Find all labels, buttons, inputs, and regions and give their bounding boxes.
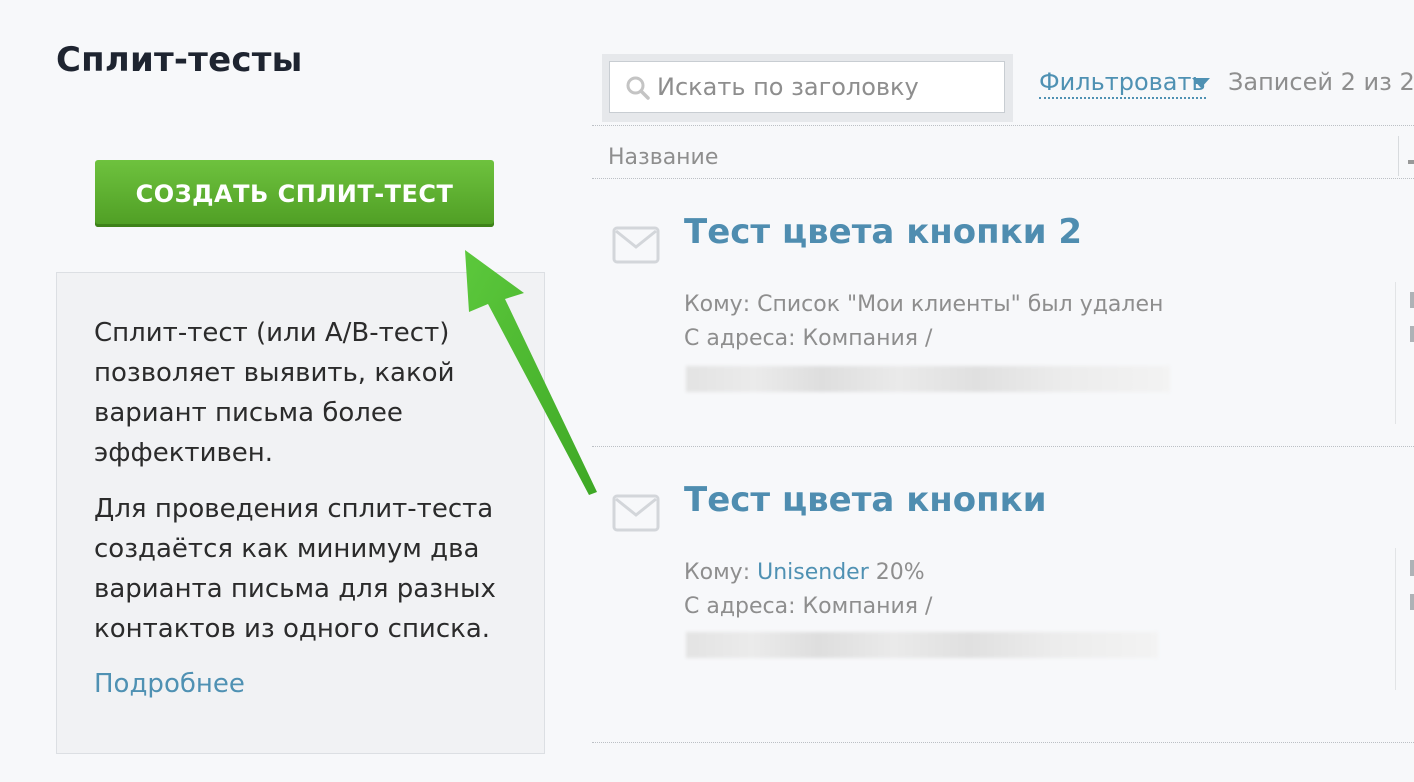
recipient-label: Кому: bbox=[684, 292, 751, 317]
more-info-link[interactable]: Подробнее bbox=[94, 669, 245, 699]
cut-off-cell bbox=[1410, 326, 1414, 342]
search-icon bbox=[626, 76, 650, 100]
records-count: Записей 2 из 2 bbox=[1228, 68, 1414, 96]
info-paragraph-requirements: Для проведения сплит-теста создаётся как… bbox=[94, 494, 496, 644]
recipient-percent: 20% bbox=[875, 560, 925, 585]
table-top-divider bbox=[592, 125, 1414, 126]
cut-off-cell bbox=[1410, 292, 1414, 308]
filter-caret-down-icon[interactable] bbox=[1192, 78, 1210, 88]
split-test-title-link[interactable]: Тест цвета кнопки 2 bbox=[684, 212, 1082, 252]
annotation-arrow-icon bbox=[465, 250, 597, 495]
recipient-label: Кому: bbox=[684, 560, 751, 585]
row-column-divider bbox=[1395, 282, 1396, 424]
column-header-name[interactable]: Название bbox=[608, 145, 718, 170]
row-column-divider bbox=[1395, 548, 1396, 690]
create-split-test-button[interactable]: СОЗДАТЬ СПЛИТ-ТЕСТ bbox=[95, 160, 494, 227]
search-input[interactable] bbox=[657, 71, 992, 103]
table-bottom-divider bbox=[592, 742, 1414, 743]
envelope-icon bbox=[612, 494, 660, 532]
sender-info: С адреса: Компания / bbox=[684, 326, 933, 351]
split-test-title-link[interactable]: Тест цвета кнопки bbox=[684, 480, 1047, 520]
recipient-info: Кому: Список "Мои клиенты" был удален bbox=[684, 292, 1163, 317]
cut-off-cell bbox=[1410, 594, 1414, 610]
redacted-text bbox=[686, 632, 1158, 658]
redacted-text bbox=[686, 366, 1170, 392]
row-divider bbox=[592, 446, 1414, 447]
table-header-divider bbox=[592, 178, 1414, 179]
recipient-list-link[interactable]: Unisender bbox=[757, 560, 869, 585]
cut-off-cell bbox=[1410, 560, 1414, 576]
search-bar bbox=[602, 54, 1013, 122]
envelope-icon bbox=[612, 226, 660, 264]
search-field[interactable] bbox=[609, 61, 1005, 113]
page-title: Сплит-тесты bbox=[56, 40, 303, 80]
column-separator bbox=[1398, 136, 1399, 176]
column-header-cut-off bbox=[1408, 160, 1414, 164]
sender-info: С адреса: Компания / bbox=[684, 594, 933, 619]
recipient-value: Список "Мои клиенты" был удален bbox=[757, 292, 1164, 317]
recipient-info: Кому: Unisender 20% bbox=[684, 560, 925, 585]
filter-dropdown[interactable]: Фильтровать bbox=[1039, 68, 1206, 99]
